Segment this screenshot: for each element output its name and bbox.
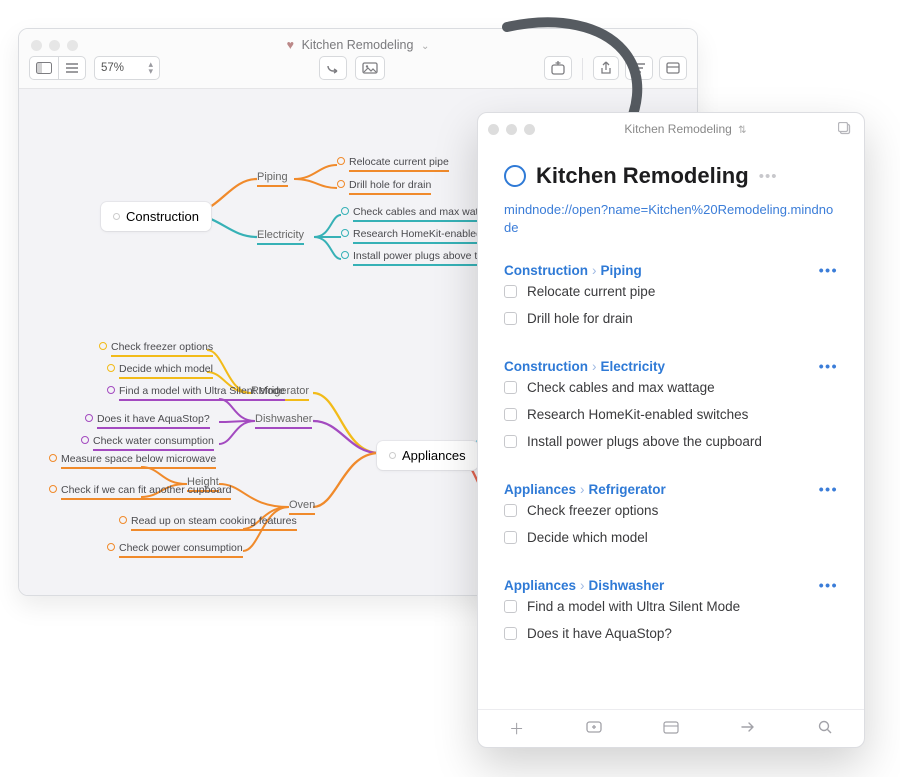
outline-icon[interactable]	[58, 56, 86, 80]
minimize-dot[interactable]	[506, 124, 517, 135]
branch-piping[interactable]: Piping	[257, 171, 288, 187]
task-item[interactable]: Check cables and max wattage	[504, 374, 838, 401]
favorite-icon: ♥	[287, 38, 294, 52]
leaf-height-0[interactable]: Measure space below microwave	[49, 453, 149, 469]
add-node-button[interactable]	[544, 56, 572, 80]
section-appliances-refrigerator: Appliances›Refrigerator ••• Check freeze…	[504, 481, 838, 551]
project-more-icon[interactable]: •••	[759, 168, 778, 185]
project-progress-ring	[504, 165, 526, 187]
leaf-elec-0[interactable]: Check cables and max wattage	[341, 206, 499, 222]
section-more-icon[interactable]: •••	[819, 358, 838, 374]
node-label: Construction	[126, 209, 199, 224]
section-construction-piping: Construction›Piping ••• Relocate current…	[504, 262, 838, 332]
things-titlebar: Kitchen Remodeling ⇅	[478, 113, 864, 145]
share-button[interactable]	[593, 56, 619, 80]
leaf-piping-1[interactable]: Drill hole for drain	[337, 179, 431, 195]
checkbox[interactable]	[504, 381, 517, 394]
section-header[interactable]: Construction›Electricity •••	[504, 358, 838, 374]
node-label: Appliances	[402, 448, 466, 463]
traffic-lights[interactable]	[488, 124, 535, 135]
new-todo-button[interactable]: ＋	[478, 718, 555, 739]
style-button[interactable]	[659, 56, 687, 80]
section-construction-electricity: Construction›Electricity ••• Check cable…	[504, 358, 838, 455]
things-window: Kitchen Remodeling ⇅ Kitchen Remodeling …	[477, 112, 865, 748]
things-body: Kitchen Remodeling ••• mindnode://open?n…	[478, 145, 864, 709]
leaf-dw-0[interactable]: Find a model with Ultra Silent Mode	[107, 385, 222, 401]
node-construction[interactable]: Construction	[101, 202, 211, 231]
new-heading-button[interactable]	[555, 719, 632, 739]
project-title[interactable]: Kitchen Remodeling	[536, 163, 749, 189]
close-dot[interactable]	[488, 124, 499, 135]
search-button[interactable]	[787, 719, 864, 739]
leaf-refrig-0[interactable]: Check freezer options	[99, 341, 213, 357]
things-title-text: Kitchen Remodeling	[624, 122, 731, 136]
stepper-icon: ▴▾	[148, 61, 153, 75]
section-header[interactable]: Construction›Piping •••	[504, 262, 838, 278]
sidebar-toggle[interactable]	[29, 56, 86, 80]
leaf-refrig-1[interactable]: Decide which model	[107, 363, 213, 379]
task-item[interactable]: Does it have AquaStop?	[504, 620, 838, 647]
node-appliances[interactable]: Appliances	[377, 441, 478, 470]
task-item[interactable]: Find a model with Ultra Silent Mode	[504, 593, 838, 620]
panel-left-icon[interactable]	[29, 56, 58, 80]
task-item[interactable]: Research HomeKit-enabled switches	[504, 401, 838, 428]
leaf-height-1[interactable]: Check if we can fit another cupboard	[49, 484, 149, 500]
leaf-dw-2[interactable]: Check water consumption	[81, 435, 214, 451]
calendar-button[interactable]	[632, 719, 709, 739]
section-header[interactable]: Appliances›Dishwasher •••	[504, 577, 838, 593]
move-button[interactable]	[710, 720, 787, 738]
checkbox[interactable]	[504, 531, 517, 544]
window-title-text: Kitchen Remodeling	[302, 38, 414, 52]
open-window-icon[interactable]	[836, 122, 854, 136]
zoom-value: 57%	[101, 62, 124, 74]
things-bottom-toolbar: ＋	[478, 709, 864, 747]
leaf-dw-1[interactable]: Does it have AquaStop?	[85, 413, 210, 429]
branch-dishwasher[interactable]: Dishwasher	[255, 413, 312, 429]
section-more-icon[interactable]: •••	[819, 481, 838, 497]
task-item[interactable]: Install power plugs above the cupboard	[504, 428, 838, 455]
branch-oven[interactable]: Oven	[289, 499, 315, 515]
section-header[interactable]: Appliances›Refrigerator •••	[504, 481, 838, 497]
task-item[interactable]: Drill hole for drain	[504, 305, 838, 332]
checkbox[interactable]	[504, 600, 517, 613]
project-note-link[interactable]: mindnode://open?name=Kitchen%20Remodelin…	[504, 201, 838, 236]
section-more-icon[interactable]: •••	[819, 262, 838, 278]
things-title[interactable]: Kitchen Remodeling ⇅	[535, 122, 836, 136]
leaf-oven-1[interactable]: Check power consumption	[107, 542, 243, 558]
zoom-stepper[interactable]: 57% ▴▾	[94, 56, 160, 80]
sort-icon: ⇅	[738, 125, 746, 136]
filter-button[interactable]	[625, 56, 653, 80]
mindnode-toolbar: ♥ Kitchen Remodeling ⌄ 57% ▴▾	[19, 29, 697, 89]
leaf-piping-0[interactable]: Relocate current pipe	[337, 156, 449, 172]
checkbox[interactable]	[504, 504, 517, 517]
undo-button[interactable]	[319, 56, 347, 80]
task-item[interactable]: Relocate current pipe	[504, 278, 838, 305]
checkbox[interactable]	[504, 285, 517, 298]
checkbox[interactable]	[504, 312, 517, 325]
section-more-icon[interactable]: •••	[819, 577, 838, 593]
task-item[interactable]: Check freezer options	[504, 497, 838, 524]
task-item[interactable]: Decide which model	[504, 524, 838, 551]
window-title: ♥ Kitchen Remodeling ⌄	[19, 38, 697, 52]
chevron-down-icon[interactable]: ⌄	[421, 41, 429, 52]
checkbox[interactable]	[504, 627, 517, 640]
toolbar-separator	[582, 58, 583, 80]
checkbox[interactable]	[504, 408, 517, 421]
leaf-oven-0[interactable]: Read up on steam cooking features	[119, 515, 249, 531]
section-appliances-dishwasher: Appliances›Dishwasher ••• Find a model w…	[504, 577, 838, 647]
zoom-dot[interactable]	[524, 124, 535, 135]
checkbox[interactable]	[504, 435, 517, 448]
branch-electricity[interactable]: Electricity	[257, 229, 304, 245]
image-icon[interactable]	[355, 56, 385, 80]
